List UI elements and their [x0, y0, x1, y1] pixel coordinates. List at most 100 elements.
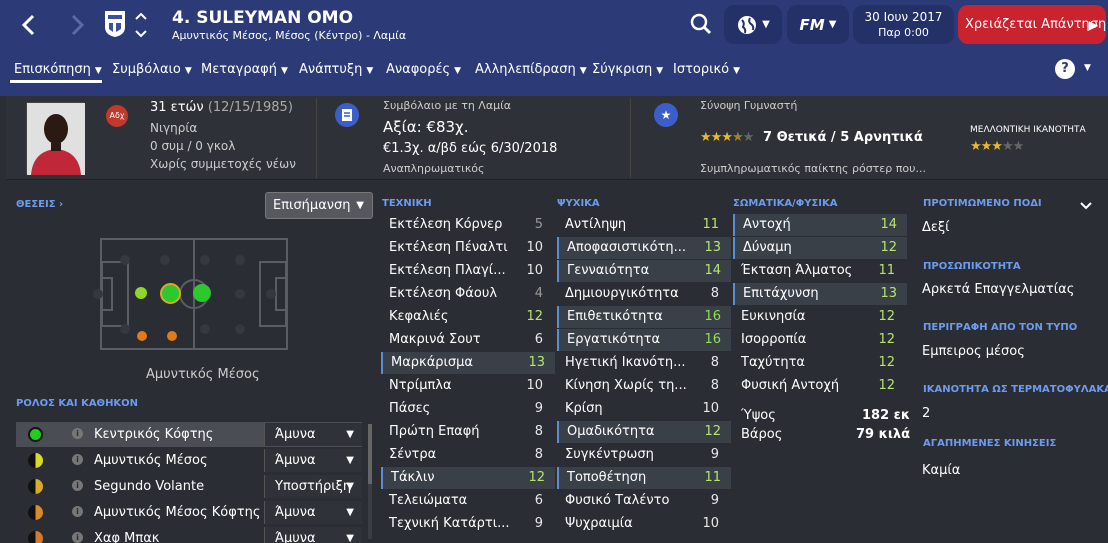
coach-summary: 7 Θετικά / 5 Αρνητικά	[763, 130, 923, 145]
help-button[interactable]: ?	[1055, 59, 1075, 79]
position-dot	[93, 289, 103, 299]
height-value: 182 εκ	[862, 408, 911, 423]
attribute-value: 11	[704, 470, 721, 485]
chevron-down-icon: ▼	[346, 533, 354, 543]
role-row[interactable]: i Χαφ Μπακ Άμυνα ▼	[16, 526, 362, 543]
attribute-row[interactable]: Επιθετικότητα 16	[557, 306, 731, 328]
tab-comparison[interactable]: Σύγκριση ▼	[592, 62, 663, 77]
attribute-row[interactable]: Αντοχή 14	[733, 214, 907, 236]
attribute-value: 13	[704, 240, 721, 255]
chevron-down-icon: ▼	[366, 66, 374, 76]
attribute-value: 8	[710, 355, 719, 370]
attribute-name: Κίνηση Χωρίς τη...	[565, 378, 687, 393]
globe-menu-button[interactable]: ▼	[724, 5, 782, 44]
player-name: 4. SULEYMAN OMO	[172, 8, 354, 28]
attribute-value: 6	[534, 332, 543, 347]
role-row[interactable]: i Segundo Volante Υποστήριξη ▼	[16, 474, 362, 499]
duty-label: Άμυνα	[275, 505, 316, 520]
attribute-row[interactable]: Ηγετική Ικανότη... 8	[557, 352, 731, 374]
info-icon[interactable]: i	[72, 428, 83, 439]
attribute-name: Ευκινησία	[741, 309, 806, 324]
tab-history[interactable]: Ιστορικό ▼	[673, 62, 740, 77]
tab-overview[interactable]: Επισκόπηση ▼	[14, 62, 102, 77]
role-row[interactable]: i Αμυντικός Μέσος Κόφτης Άμυνα ▼	[16, 500, 362, 525]
duty-dropdown[interactable]: Υποστήριξη ▼	[264, 475, 362, 498]
attribute-row[interactable]: Αντίληψη 11	[557, 214, 731, 236]
attribute-row[interactable]: Αποφασιστικότη... 13	[557, 237, 731, 259]
attribute-row[interactable]: Μακρινά Σουτ 6	[381, 329, 555, 351]
tab-interaction[interactable]: Αλληλεπίδραση ▼	[475, 62, 587, 77]
roles-scrollbar-thumb[interactable]	[368, 424, 372, 484]
attribute-row[interactable]: Τάκλιν 12	[381, 467, 555, 489]
attribute-row[interactable]: Τοποθέτηση 11	[557, 467, 731, 489]
dob-text: (12/15/1985)	[207, 100, 293, 115]
attribute-row[interactable]: Γενναιότητα 14	[557, 260, 731, 282]
tab-development[interactable]: Ανάπτυξη ▼	[299, 62, 373, 77]
attribute-row[interactable]: Δύναμη 12	[733, 237, 907, 259]
attribute-row[interactable]: Φυσικό Ταλέντο 9	[557, 490, 731, 512]
attribute-row[interactable]: Δημιουργικότητα 8	[557, 283, 731, 305]
forward-button[interactable]	[62, 10, 92, 40]
duty-dropdown[interactable]: Άμυνα ▼	[264, 527, 362, 543]
info-icon[interactable]: i	[72, 454, 83, 465]
role-row[interactable]: i Αμυντικός Μέσος Άμυνα ▼	[16, 448, 362, 473]
attribute-value: 9	[534, 401, 543, 416]
fm-menu-button[interactable]: FM ▼	[787, 5, 849, 44]
attribute-row[interactable]: Εκτέλεση Φάουλ 4	[381, 283, 555, 305]
attribute-row[interactable]: Πρώτη Επαφή 8	[381, 421, 555, 443]
attribute-row[interactable]: Ταχύτητα 12	[733, 352, 907, 374]
attribute-row[interactable]: Ισορροπία 12	[733, 329, 907, 351]
attribute-row[interactable]: Εκτέλεση Πέναλτι 10	[381, 237, 555, 259]
attribute-row[interactable]: Μαρκάρισμα 13	[381, 352, 555, 374]
attribute-row[interactable]: Ομαδικότητα 12	[557, 421, 731, 443]
chevron-down-icon[interactable]: ▼	[1084, 63, 1091, 73]
duty-dropdown[interactable]: Άμυνα ▼	[264, 501, 362, 524]
preferred-foot-value: Δεξί	[922, 220, 950, 235]
tab-label: Αναφορές	[386, 62, 451, 77]
tab-contract[interactable]: Συμβόλαιο ▼	[112, 62, 192, 77]
attribute-row[interactable]: Φυσική Αντοχή 12	[733, 375, 907, 397]
attribute-row[interactable]: Εκτέλεση Κόρνερ 5	[381, 214, 555, 236]
info-icon[interactable]: i	[72, 480, 83, 491]
attribute-row[interactable]: Κεφαλιές 12	[381, 306, 555, 328]
attribute-row[interactable]: Σέντρα 8	[381, 444, 555, 466]
info-icon[interactable]: i	[72, 506, 83, 517]
attribute-row[interactable]: Ντρίμπλα 10	[381, 375, 555, 397]
duty-dropdown[interactable]: Άμυνα ▼	[264, 423, 362, 446]
coach-report-title: Σύνοψη Γυμναστή	[700, 99, 798, 112]
youth-caps: Χωρίς συμμετοχές νέων	[150, 157, 296, 171]
info-icon[interactable]: i	[72, 532, 83, 543]
tab-reports[interactable]: Αναφορές ▼	[386, 62, 461, 77]
tab-transfer[interactable]: Μεταγραφή ▼	[201, 62, 288, 77]
date-continue-button[interactable]: 30 Ιουν 2017 Παρ 0:00	[853, 5, 954, 44]
attribute-row[interactable]: Εργατικότητα 16	[557, 329, 731, 351]
highlight-dropdown[interactable]: Επισήμανση ▼	[265, 192, 373, 219]
response-needed-button[interactable]: Χρειάζεται Απάντηση	[958, 5, 1106, 44]
up-down-chevron-icon	[135, 12, 147, 38]
attribute-name: Μακρινά Σουτ	[389, 332, 481, 347]
attribute-row[interactable]: Τεχνική Κατάρτι... 9	[381, 513, 555, 535]
attribute-row[interactable]: Τελειώματα 6	[381, 490, 555, 512]
attribute-row[interactable]: Επιτάχυνση 13	[733, 283, 907, 305]
attribute-row[interactable]: Εκτέλεση Πλαγί... 10	[381, 260, 555, 282]
positions-header[interactable]: ΘΕΣΕΙΣ ›	[16, 199, 63, 210]
tab-label: Ανάπτυξη	[299, 62, 363, 77]
role-name: Χαφ Μπακ	[94, 531, 160, 543]
attribute-name: Μαρκάρισμα	[391, 355, 473, 370]
chevron-down-icon: ▼	[346, 455, 354, 466]
attribute-row[interactable]: Έκταση Άλματος 11	[733, 260, 907, 282]
attribute-row[interactable]: Κρίση 10	[557, 398, 731, 420]
chevron-down-icon[interactable]	[1080, 200, 1092, 215]
duty-dropdown[interactable]: Άμυνα ▼	[264, 449, 362, 472]
chevron-down-icon: ▼	[579, 66, 587, 76]
attribute-row[interactable]: Ψυχραιμία 10	[557, 513, 731, 535]
role-row[interactable]: i Κεντρικός Κόφτης Άμυνα ▼	[16, 422, 362, 447]
attribute-row[interactable]: Ευκινησία 12	[733, 306, 907, 328]
search-icon[interactable]	[690, 12, 712, 36]
back-button[interactable]	[14, 10, 44, 40]
attribute-row[interactable]: Πάσες 9	[381, 398, 555, 420]
player-switch-arrows[interactable]	[134, 10, 148, 40]
attribute-name: Ταχύτητα	[741, 355, 806, 370]
attribute-row[interactable]: Συγκέντρωση 9	[557, 444, 731, 466]
attribute-row[interactable]: Κίνηση Χωρίς τη... 8	[557, 375, 731, 397]
